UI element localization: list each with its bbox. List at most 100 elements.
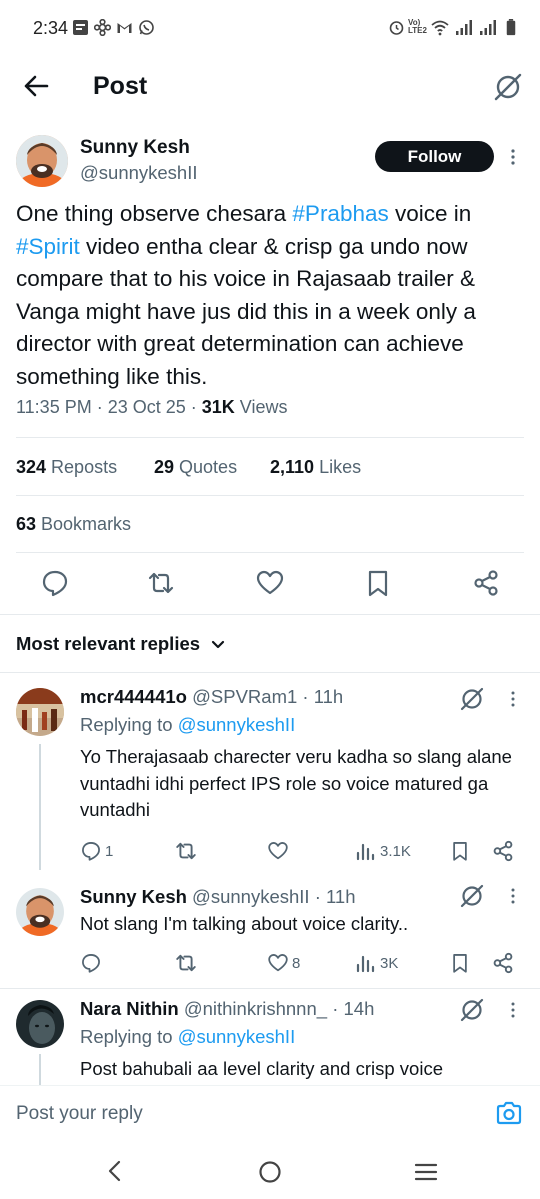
- reply-author-name[interactable]: mcr444441o: [80, 686, 187, 707]
- reply-action-bookmark[interactable]: [449, 838, 471, 864]
- reply-icon: [82, 842, 100, 861]
- grok-icon[interactable]: [459, 883, 485, 909]
- like-icon: [268, 954, 288, 972]
- grok-icon[interactable]: [493, 72, 523, 102]
- quotes-stat[interactable]: 29 Quotes: [154, 457, 237, 478]
- like-icon[interactable]: [255, 568, 285, 598]
- camera-icon[interactable]: [496, 1101, 522, 1125]
- divider: [16, 437, 524, 438]
- gmail-notification-icon: [117, 23, 132, 33]
- share-icon: [493, 952, 513, 974]
- post-text: One thing observe chesara #Prabhas voice…: [16, 198, 526, 393]
- likes-label: Likes: [314, 457, 362, 477]
- reply-action-share[interactable]: [491, 950, 515, 976]
- back-arrow-icon[interactable]: [23, 73, 49, 99]
- author-name[interactable]: Sunny Kesh: [80, 137, 190, 159]
- reply-action-share[interactable]: [491, 838, 515, 864]
- views-label: Views: [234, 397, 288, 417]
- view-count: 3.1K: [380, 842, 411, 860]
- reply-text: Not slang I'm talking about voice clarit…: [80, 913, 409, 934]
- more-options-icon[interactable]: [506, 1001, 520, 1019]
- reply-count: 1: [105, 842, 114, 860]
- top-app-bar: Post: [0, 60, 540, 116]
- repost-icon[interactable]: [146, 568, 176, 598]
- page-title: Post: [93, 72, 148, 100]
- view-count: 3K: [380, 954, 399, 972]
- reply-header: Nara Nithin @nithinkrishnnn_ · 14h: [80, 998, 374, 1020]
- replying-to-link[interactable]: @sunnykeshII: [178, 714, 296, 735]
- reply-author-name[interactable]: Sunny Kesh: [80, 886, 187, 907]
- author-handle[interactable]: @sunnykeshII: [80, 162, 198, 184]
- grok-icon[interactable]: [459, 997, 485, 1023]
- reply-action-reply[interactable]: [80, 950, 102, 976]
- repost-icon: [176, 954, 196, 972]
- reply-action-like[interactable]: [267, 838, 289, 864]
- reply-icon: [82, 954, 100, 973]
- reply-handle-time[interactable]: @nithinkrishnnn_ · 14h: [179, 998, 375, 1019]
- reply-action-repost[interactable]: [174, 838, 198, 864]
- bookmarks-count: 63: [16, 514, 37, 534]
- reply-handle-time[interactable]: @sunnykeshII · 11h: [187, 886, 355, 907]
- share-icon[interactable]: [471, 568, 501, 598]
- reply-action-reply[interactable]: 1: [80, 838, 113, 864]
- reply-handle-time[interactable]: @SPVRam1 · 11h: [187, 686, 343, 707]
- post-meta: 11:35 PM · 23 Oct 25 · 31K Views: [16, 397, 287, 418]
- reply-action-like[interactable]: 8: [267, 950, 300, 976]
- nav-back-icon[interactable]: [104, 1159, 124, 1183]
- follow-button[interactable]: Follow: [375, 141, 494, 172]
- chevron-down-icon: [212, 641, 225, 649]
- bookmark-icon[interactable]: [363, 568, 393, 598]
- nav-home-icon[interactable]: [258, 1160, 282, 1184]
- replying-to-line: Replying to @sunnykeshII: [80, 1026, 295, 1048]
- like-icon: [268, 842, 288, 860]
- reply-header: mcr444441o @SPVRam1 · 11h: [80, 686, 343, 708]
- divider: [0, 988, 540, 989]
- status-bar: 2:34 Vo) LTE2: [0, 0, 540, 60]
- like-count: 8: [292, 954, 301, 972]
- reply-author-name[interactable]: Nara Nithin: [80, 998, 179, 1019]
- more-options-icon[interactable]: [506, 887, 520, 905]
- grok-icon[interactable]: [459, 686, 485, 712]
- analytics-icon: [356, 955, 375, 973]
- nav-recents-icon[interactable]: [414, 1162, 438, 1182]
- replying-to-prefix: Replying to: [80, 1026, 178, 1047]
- more-options-icon[interactable]: [505, 147, 521, 167]
- reply-avatar[interactable]: [16, 888, 64, 936]
- reply-action-views[interactable]: 3K: [356, 950, 398, 976]
- reposts-stat[interactable]: 324 Reposts: [16, 457, 117, 478]
- signal-sim2-icon: [480, 20, 496, 35]
- reply-action-bookmark[interactable]: [449, 950, 471, 976]
- reply-avatar[interactable]: [16, 1000, 64, 1048]
- signal-sim1-icon: [456, 20, 472, 35]
- gallery-notification-icon: [73, 20, 88, 35]
- divider: [16, 495, 524, 496]
- repost-icon: [176, 842, 196, 860]
- reply-avatar[interactable]: [16, 688, 64, 736]
- quotes-count: 29: [154, 457, 175, 477]
- reply-text: Post bahubali aa level clarity and crisp…: [80, 1058, 443, 1079]
- system-navigation-bar: [0, 1140, 540, 1199]
- bookmarks-stat[interactable]: 63 Bookmarks: [16, 514, 131, 535]
- replying-to-link[interactable]: @sunnykeshII: [178, 1026, 296, 1047]
- divider: [0, 672, 540, 673]
- reply-header: Sunny Kesh @sunnykeshII · 11h: [80, 886, 356, 908]
- likes-stat[interactable]: 2,110 Likes: [270, 457, 361, 478]
- more-options-icon[interactable]: [506, 690, 520, 708]
- bookmark-icon: [453, 954, 467, 973]
- replies-sort-dropdown[interactable]: Most relevant replies: [16, 633, 225, 655]
- reply-action-views[interactable]: 3.1K: [356, 838, 411, 864]
- replies-sort-label: Most relevant replies: [16, 633, 201, 654]
- replying-to-prefix: Replying to: [80, 714, 178, 735]
- reply-composer[interactable]: Post your reply: [0, 1085, 540, 1139]
- battery-icon: [506, 19, 516, 36]
- post-text-segment: voice in: [388, 201, 472, 226]
- reply-input-placeholder[interactable]: Post your reply: [16, 1103, 143, 1125]
- wifi-icon: [431, 20, 449, 36]
- reply-action-repost[interactable]: [174, 950, 198, 976]
- author-avatar[interactable]: [16, 135, 68, 187]
- hashtag-prabhas-link[interactable]: #Prabhas: [292, 201, 388, 226]
- hashtag-spirit-link[interactable]: #Spirit: [16, 234, 80, 259]
- reply-icon[interactable]: [40, 568, 70, 598]
- post-text-segment: video entha clear & crisp ga undo now co…: [16, 233, 476, 389]
- analytics-icon: [356, 843, 375, 861]
